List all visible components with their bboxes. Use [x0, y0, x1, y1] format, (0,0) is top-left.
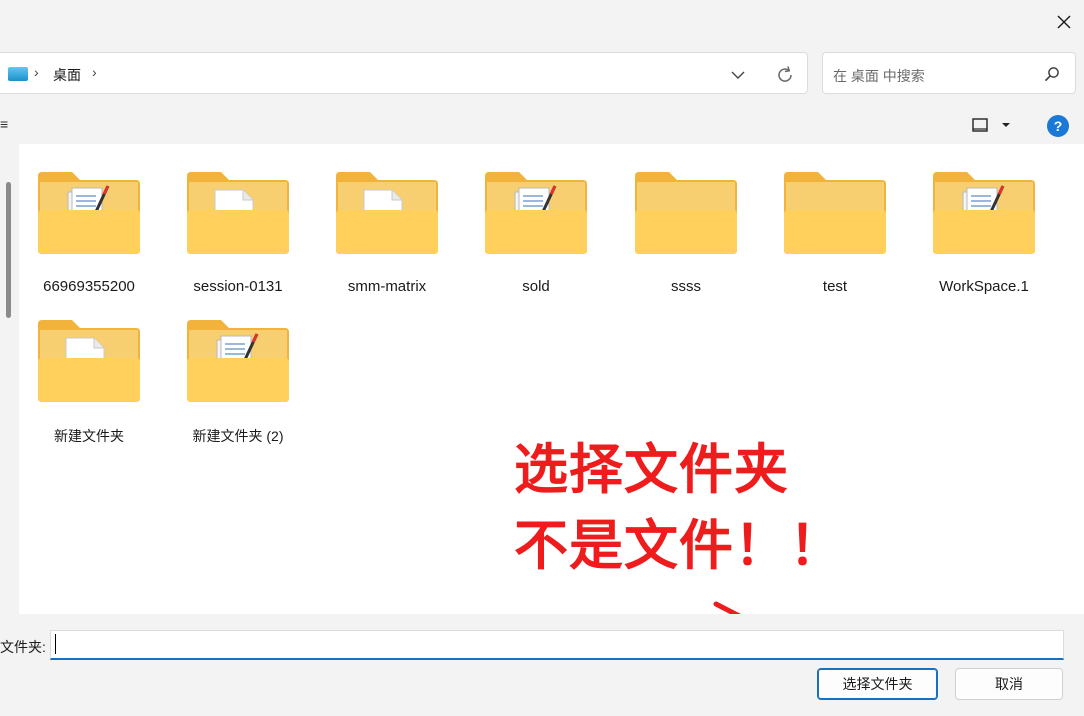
folder-name-input[interactable] — [50, 630, 1064, 660]
address-bar[interactable]: › 桌面 › — [0, 52, 808, 94]
select-folder-button[interactable]: 选择文件夹 — [817, 668, 938, 700]
search-icon[interactable] — [1043, 65, 1061, 83]
folder-item[interactable]: WorkSpace.1 — [914, 144, 1054, 295]
folder-icon — [635, 172, 737, 254]
folder-icon — [38, 320, 140, 402]
close-icon — [1057, 15, 1071, 29]
annotation-line: 不是文件！！ — [514, 514, 844, 577]
folder-item[interactable]: ssss — [616, 144, 756, 295]
folder-name: WorkSpace.1 — [939, 278, 1029, 295]
folder-item[interactable]: session-0131 — [168, 144, 308, 295]
folder-icon — [187, 172, 289, 254]
view-layout-icon[interactable] — [971, 116, 989, 134]
refresh-icon[interactable] — [774, 64, 796, 86]
folder-item[interactable]: 新建文件夹 — [19, 292, 159, 444]
cancel-button[interactable]: 取消 — [955, 668, 1063, 700]
breadcrumb-desktop[interactable]: 桌面 — [53, 65, 81, 85]
command-bar: ≡ ? — [0, 106, 1084, 144]
chevron-down-icon[interactable] — [728, 65, 748, 85]
menu-icon[interactable]: ≡ — [0, 116, 8, 132]
folder-field-label: 文件夹: — [0, 639, 46, 655]
folder-name: smm-matrix — [347, 278, 427, 295]
folder-item[interactable]: 66969355200 — [19, 144, 159, 295]
folder-icon — [336, 172, 438, 254]
chevron-down-icon[interactable] — [999, 119, 1013, 131]
folder-name: test — [822, 278, 848, 295]
dialog-footer: 文件夹: 选择文件夹 取消 — [0, 614, 1084, 716]
search-box[interactable]: 在 桌面 中搜索 — [822, 52, 1076, 94]
title-bar — [0, 0, 1084, 44]
folder-icon — [784, 172, 886, 254]
folder-name: sold — [522, 278, 550, 295]
folder-item[interactable]: test — [765, 144, 905, 295]
desktop-icon — [8, 67, 28, 81]
search-input[interactable]: 在 桌面 中搜索 — [833, 66, 925, 86]
annotation-text: 选择文件夹 不是文件！！ — [514, 432, 844, 584]
breadcrumb-separator[interactable]: › — [92, 64, 97, 80]
annotation-line: 选择文件夹 — [514, 438, 789, 501]
close-button[interactable] — [1044, 4, 1084, 40]
folder-item[interactable]: 新建文件夹 (2) — [168, 292, 308, 444]
folder-name: 新建文件夹 (2) — [192, 428, 284, 444]
folder-name: 新建文件夹 — [54, 428, 124, 444]
folder-name: ssss — [671, 278, 701, 295]
scrollbar-thumb[interactable] — [6, 182, 11, 318]
folder-item[interactable]: smm-matrix — [317, 144, 457, 295]
folder-icon — [187, 320, 289, 402]
folder-icon — [933, 172, 1035, 254]
folder-icon — [485, 172, 587, 254]
navigation-pane — [0, 144, 19, 614]
folder-item[interactable]: sold — [466, 144, 606, 295]
breadcrumb-separator[interactable]: › — [34, 64, 39, 80]
help-icon[interactable]: ? — [1047, 115, 1069, 137]
folder-icon — [38, 172, 140, 254]
text-caret — [55, 634, 56, 654]
